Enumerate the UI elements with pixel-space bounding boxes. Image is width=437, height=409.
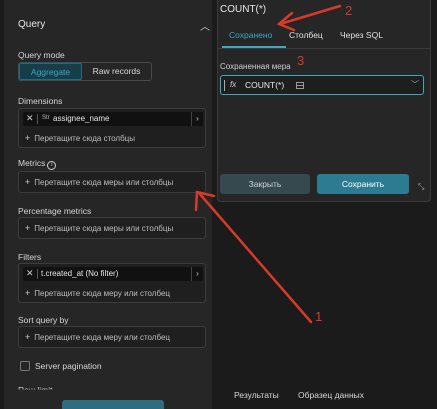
chip-divider: [37, 114, 38, 124]
filter-chip[interactable]: ✕ t.created_at (No filter) ›: [23, 267, 203, 281]
sort-drop-hint: Перетащите сюда меру или столбец: [34, 333, 170, 342]
chevron-right-icon[interactable]: ›: [191, 267, 203, 281]
dimensions-box: ✕ Str assignee_name › + Перетащите сюда с…: [18, 108, 206, 148]
metric-edit-popover: COUNT(*) Сохранено Столбец Через SQL Сох…: [217, 0, 431, 202]
dimensions-dropzone[interactable]: + Перетащите сюда столбцы: [25, 133, 135, 143]
filter-chip-label: t.created_at (No filter): [41, 269, 119, 278]
run-query-button[interactable]: [62, 400, 164, 409]
tab-results[interactable]: Результаты: [234, 390, 279, 400]
chip-divider: [37, 269, 38, 279]
mode-raw-records-button[interactable]: Raw records: [82, 63, 151, 80]
metrics-drop-hint: Перетащите сюда меры или столбцы: [34, 178, 174, 187]
percentage-metrics-dropzone[interactable]: + Перетащите сюда меры или столбцы: [25, 223, 173, 233]
server-pagination-checkbox[interactable]: [20, 361, 30, 371]
arrow-1: [194, 190, 313, 324]
annotation-number-2: 2: [345, 3, 353, 18]
function-icon: fx: [230, 80, 237, 89]
chevron-right-icon[interactable]: ›: [191, 112, 203, 126]
mode-aggregate-button[interactable]: Aggregate: [19, 63, 83, 80]
close-button[interactable]: Закрыть: [220, 174, 310, 194]
dimension-chip[interactable]: ✕ Str assignee_name ›: [23, 112, 203, 126]
dimensions-label: Dimensions: [18, 96, 63, 106]
remove-filter-icon[interactable]: ✕: [26, 268, 34, 279]
dimensions-drop-hint: Перетащите сюда столбцы: [34, 134, 136, 143]
string-type-icon: Str: [42, 115, 50, 121]
percentage-metrics-label: Percentage metrics: [18, 206, 92, 216]
plus-icon: +: [25, 288, 31, 298]
resize-handle-icon[interactable]: ⤡: [418, 182, 424, 192]
table-icon: [296, 82, 304, 89]
sort-label: Sort query by: [18, 315, 69, 325]
filters-box: ✕ t.created_at (No filter) › + Перетащите…: [18, 263, 206, 303]
percentage-metrics-box[interactable]: + Перетащите сюда меры или столбцы: [18, 217, 206, 239]
query-section-header[interactable]: Query ︿: [4, 10, 212, 38]
filters-dropzone[interactable]: + Перетащите сюда меру или столбец: [25, 288, 170, 298]
query-panel: Query ︿ Query mode Aggregate Raw records…: [4, 0, 212, 409]
query-section-title: Query: [18, 19, 46, 30]
tab-custom-sql[interactable]: Через SQL: [340, 30, 383, 40]
tab-saved[interactable]: Сохранено: [229, 30, 272, 40]
saved-measure-value: COUNT(*): [245, 80, 285, 90]
filters-drop-hint: Перетащите сюда меру или столбец: [34, 289, 170, 298]
server-pagination-label: Server pagination: [35, 361, 102, 371]
plus-icon: +: [25, 332, 31, 342]
plus-icon: +: [25, 223, 31, 233]
tab-sample-data[interactable]: Образец данных: [298, 390, 364, 400]
saved-measure-select[interactable]: fx COUNT(*) ﹀: [220, 75, 424, 95]
query-mode-label: Query mode: [18, 50, 65, 60]
metrics-label: Metrics i: [18, 158, 57, 170]
query-mode-toggle: Aggregate Raw records: [18, 62, 152, 81]
cursor-bar: [224, 80, 225, 91]
annotation-number-1: 1: [315, 309, 323, 324]
metrics-dropzone[interactable]: + Перетащите сюда меры или столбцы: [25, 177, 173, 187]
info-icon[interactable]: i: [47, 161, 57, 170]
plus-icon: +: [25, 177, 31, 187]
chevron-up-icon[interactable]: ︿: [200, 18, 210, 33]
chevron-down-icon[interactable]: ﹀: [411, 79, 419, 90]
save-button[interactable]: Сохранить: [317, 174, 409, 194]
saved-measure-label: Сохраненная мера: [220, 62, 291, 71]
remove-dimension-icon[interactable]: ✕: [26, 113, 34, 124]
percentage-metrics-drop-hint: Перетащите сюда меры или столбцы: [34, 224, 174, 233]
plus-icon: +: [25, 133, 31, 143]
metrics-box[interactable]: + Перетащите сюда меры или столбцы: [18, 171, 206, 193]
annotation-number-3: 3: [297, 53, 305, 68]
metrics-label-text: Metrics: [18, 158, 46, 168]
dimension-chip-label: assignee_name: [53, 114, 110, 123]
row-limit-label: Row limit: [18, 385, 53, 395]
sort-dropzone[interactable]: + Перетащите сюда меру или столбец: [25, 332, 170, 342]
tab-column[interactable]: Столбец: [289, 30, 323, 40]
filters-label: Filters: [18, 252, 42, 262]
popover-title: COUNT(*): [220, 4, 267, 15]
sort-box[interactable]: + Перетащите сюда меру или столбец: [18, 326, 206, 348]
tab-divider: [218, 48, 431, 49]
